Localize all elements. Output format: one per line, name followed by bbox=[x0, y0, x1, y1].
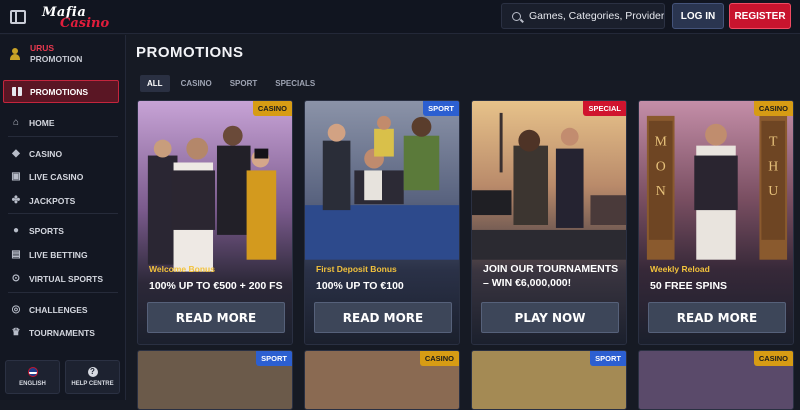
user-name: URUS bbox=[30, 43, 55, 53]
sidebar-item-challenges[interactable]: ◎ CHALLENGES bbox=[11, 302, 88, 318]
promo-card[interactable]: SPECIAL JOIN OUR TOURNAMENTS – WIN €6,00… bbox=[471, 100, 627, 345]
sidebar-item-label: CHALLENGES bbox=[29, 305, 88, 315]
promo-subtitle: Weekly Reload bbox=[650, 264, 710, 274]
user-subtitle: PROMOTION bbox=[30, 54, 83, 64]
user-panel[interactable]: URUS PROMOTION bbox=[8, 43, 82, 65]
sidebar-item-virtual-sports[interactable]: ⊙ VIRTUAL SPORTS bbox=[11, 271, 103, 287]
top-bar: Mafia Casino LOG IN REGISTER bbox=[0, 0, 800, 34]
read-more-button[interactable]: READ MORE bbox=[147, 302, 285, 333]
logo-casino: Casino bbox=[60, 15, 110, 31]
promo-subtitle: First Deposit Bonus bbox=[316, 264, 397, 274]
sidebar-toggle-icon[interactable] bbox=[10, 9, 26, 24]
svg-text:U: U bbox=[768, 183, 778, 198]
svg-text:N: N bbox=[656, 183, 666, 198]
sidebar-item-label: PROMOTIONS bbox=[30, 86, 89, 97]
category-badge: SPORT bbox=[590, 351, 626, 366]
sidebar-item-jackpots[interactable]: ✤ JACKPOTS bbox=[11, 193, 76, 209]
user-rank-icon bbox=[8, 47, 22, 61]
sidebar-item-casino[interactable]: ◆ CASINO bbox=[11, 146, 62, 162]
play-now-button[interactable]: PLAY NOW bbox=[481, 302, 619, 333]
sidebar-item-tournaments[interactable]: ♛ TOURNAMENTS bbox=[11, 325, 95, 341]
help-centre-button[interactable]: ? HELP CENTRE bbox=[65, 360, 120, 394]
page-title: PROMOTIONS bbox=[136, 44, 244, 61]
sidebar-item-label: HOME bbox=[29, 118, 55, 128]
promo-card[interactable]: SPORT First Deposit Bonus 100% UP TO €10… bbox=[304, 100, 460, 345]
promo-title: 100% UP TO €100 bbox=[316, 280, 404, 292]
category-badge: SPORT bbox=[256, 351, 292, 366]
diamond-icon: ◆ bbox=[12, 148, 20, 159]
category-badge: SPECIAL bbox=[583, 101, 626, 116]
category-badge: SPORT bbox=[423, 101, 459, 116]
sidebar-item-label: VIRTUAL SPORTS bbox=[29, 274, 103, 284]
promo-card[interactable]: SPORT bbox=[137, 350, 293, 410]
sidebar-item-sports[interactable]: ● SPORTS bbox=[11, 223, 64, 239]
language-button[interactable]: ENGLISH bbox=[5, 360, 60, 394]
home-icon: ⌂ bbox=[12, 117, 20, 128]
promo-title: 50 FREE SPINS bbox=[650, 280, 728, 292]
main-content: PROMOTIONS ALL CASINO SPORT SPECIALS CAS… bbox=[127, 35, 800, 400]
svg-text:M: M bbox=[655, 134, 667, 149]
sidebar-item-label: LIVE BETTING bbox=[29, 250, 88, 260]
sidebar-item-promotions[interactable]: PROMOTIONS bbox=[3, 80, 119, 103]
category-badge: CASINO bbox=[419, 351, 459, 366]
promo-card[interactable]: SPORT bbox=[471, 350, 627, 410]
tab-specials[interactable]: SPECIALS bbox=[268, 75, 322, 92]
sidebar-divider bbox=[8, 136, 118, 137]
svg-text:H: H bbox=[768, 158, 778, 173]
category-badge: CASINO bbox=[753, 351, 793, 366]
tab-all[interactable]: ALL bbox=[140, 75, 170, 92]
promo-card[interactable]: CASINO bbox=[304, 350, 460, 410]
uk-flag-icon bbox=[27, 367, 38, 377]
promo-card[interactable]: M O N T H U CASINO Weekly Reload 50 FREE… bbox=[638, 100, 794, 345]
sidebar-item-label: JACKPOTS bbox=[29, 196, 76, 206]
language-label: ENGLISH bbox=[19, 381, 46, 387]
sidebar-item-live-casino[interactable]: ▣ LIVE CASINO bbox=[11, 169, 83, 185]
category-badge: CASINO bbox=[753, 101, 793, 116]
sidebar-item-label: LIVE CASINO bbox=[29, 172, 84, 182]
search-box[interactable] bbox=[501, 3, 665, 29]
target-icon: ◎ bbox=[11, 304, 21, 315]
sidebar-item-label: CASINO bbox=[29, 149, 63, 159]
help-icon: ? bbox=[87, 367, 98, 377]
sidebar: URUS PROMOTION PROMOTIONS ⌂ HOME ◆ CASIN… bbox=[0, 35, 126, 400]
help-label: HELP CENTRE bbox=[71, 381, 114, 387]
read-more-button[interactable]: READ MORE bbox=[648, 302, 786, 333]
sidebar-item-live-betting[interactable]: ▤ LIVE BETTING bbox=[11, 247, 88, 263]
promo-title: JOIN OUR TOURNAMENTS – WIN €6,000,000! bbox=[483, 263, 619, 289]
gift-icon bbox=[12, 87, 22, 96]
svg-text:T: T bbox=[769, 134, 778, 149]
promo-title: 100% UP TO €500 + 200 FS bbox=[149, 280, 283, 292]
login-button[interactable]: LOG IN bbox=[672, 3, 724, 29]
sidebar-divider bbox=[8, 292, 118, 293]
tab-sport[interactable]: SPORT bbox=[223, 75, 265, 92]
clover-icon: ✤ bbox=[11, 195, 21, 206]
promo-subtitle: Welcome Bonus bbox=[149, 264, 215, 274]
sidebar-item-home[interactable]: ⌂ HOME bbox=[11, 115, 55, 131]
sidebar-item-label: TOURNAMENTS bbox=[29, 328, 95, 338]
live-icon: ▤ bbox=[11, 249, 21, 260]
filter-tabs: ALL CASINO SPORT SPECIALS bbox=[140, 75, 326, 92]
category-badge: CASINO bbox=[252, 101, 292, 116]
search-icon bbox=[512, 11, 521, 21]
register-button[interactable]: REGISTER bbox=[729, 3, 791, 29]
promo-card[interactable]: CASINO bbox=[638, 350, 794, 410]
virtual-icon: ⊙ bbox=[11, 273, 21, 284]
ball-icon: ● bbox=[12, 225, 20, 236]
sidebar-item-label: SPORTS bbox=[29, 226, 64, 236]
read-more-button[interactable]: READ MORE bbox=[314, 302, 452, 333]
trophy-icon: ♛ bbox=[11, 327, 21, 338]
sidebar-divider bbox=[8, 213, 118, 214]
logo[interactable]: Mafia Casino bbox=[42, 3, 112, 31]
tab-casino[interactable]: CASINO bbox=[174, 75, 219, 92]
promo-card[interactable]: CASINO Welcome Bonus 100% UP TO €500 + 2… bbox=[137, 100, 293, 345]
cards-icon: ▣ bbox=[11, 171, 21, 182]
search-input[interactable] bbox=[529, 10, 664, 22]
svg-text:O: O bbox=[656, 158, 666, 173]
